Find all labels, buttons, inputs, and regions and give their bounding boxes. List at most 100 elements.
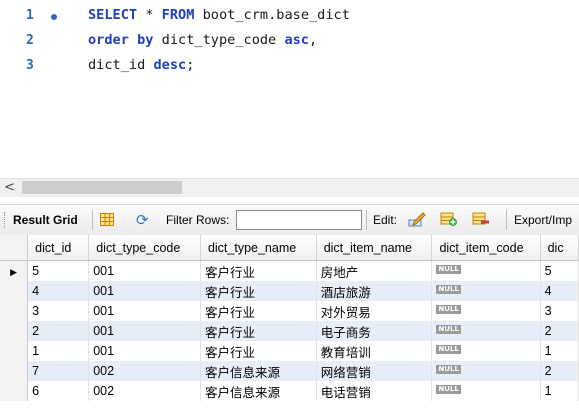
cell-dict-type-code[interactable]: 001 bbox=[88, 321, 201, 341]
cell-dict-item-name[interactable]: 网络营销 bbox=[316, 361, 433, 381]
table-row[interactable]: 6 002 客户信息来源 电话营销 NULL 1 bbox=[0, 381, 579, 401]
toolbar-grip[interactable] bbox=[4, 212, 7, 228]
sql-keyword: SELECT bbox=[88, 7, 138, 23]
cell-dic[interactable]: 1 bbox=[540, 341, 579, 361]
sql-text: boot_crm.base_dict bbox=[194, 7, 350, 23]
cell-dict-type-code[interactable]: 001 bbox=[88, 341, 201, 361]
cell-dict-id[interactable]: 5 bbox=[27, 260, 90, 281]
sql-text: ; bbox=[186, 57, 195, 73]
line-number: 2 bbox=[26, 33, 34, 48]
scroll-left-arrow-icon[interactable]: < bbox=[4, 180, 15, 195]
grid-view-icon[interactable] bbox=[100, 213, 114, 226]
row-indicator[interactable] bbox=[0, 301, 29, 321]
refresh-icon[interactable]: ⟳ bbox=[136, 211, 149, 229]
line-number: 1 bbox=[26, 8, 34, 23]
cell-dict-type-code[interactable]: 002 bbox=[88, 381, 201, 401]
editor-line[interactable]: 3 dict_id desc; bbox=[0, 54, 579, 78]
cell-dict-type-name[interactable]: 客户行业 bbox=[200, 301, 317, 321]
null-badge: NULL bbox=[436, 325, 461, 334]
column-header-dict-type-name[interactable]: dict_type_name bbox=[200, 235, 317, 261]
result-grid: dict_id dict_type_code dict_type_name dict_… bbox=[0, 235, 579, 412]
cell-dict-item-name[interactable]: 电话营销 bbox=[316, 381, 433, 401]
cell-dic[interactable]: 3 bbox=[540, 301, 579, 321]
column-header-dict-item-code[interactable]: dict_item_code bbox=[431, 235, 541, 261]
edit-label: Edit: bbox=[373, 213, 398, 227]
result-grid-tab[interactable]: Result Grid bbox=[13, 213, 78, 227]
code-text[interactable]: dict_id desc; bbox=[88, 57, 194, 73]
cell-dict-item-code[interactable]: NULL bbox=[431, 281, 541, 301]
editor-line[interactable]: 1 SELECT * FROM boot_crm.base_dict bbox=[0, 4, 579, 28]
cell-dict-item-name[interactable]: 酒店旅游 bbox=[316, 281, 433, 301]
cell-dict-id[interactable]: 2 bbox=[27, 321, 90, 341]
cell-dict-type-code[interactable]: 001 bbox=[88, 301, 201, 321]
code-text[interactable]: order by dict_type_code asc, bbox=[88, 32, 317, 48]
column-header-dict-id[interactable]: dict_id bbox=[27, 235, 90, 261]
sql-keyword: FROM bbox=[161, 7, 195, 23]
column-header-dict-type-code[interactable]: dict_type_code bbox=[88, 235, 201, 261]
cell-dict-type-code[interactable]: 002 bbox=[88, 361, 201, 381]
scrollbar-thumb[interactable] bbox=[22, 181, 182, 194]
cell-dict-item-code[interactable]: NULL bbox=[431, 321, 541, 341]
cell-dict-item-code[interactable]: NULL bbox=[431, 260, 541, 281]
cell-dict-item-code[interactable]: NULL bbox=[431, 381, 541, 401]
cell-dic[interactable]: 2 bbox=[540, 321, 579, 341]
cell-dict-type-name[interactable]: 客户行业 bbox=[200, 281, 317, 301]
cell-dic[interactable]: 1 bbox=[540, 381, 579, 401]
cell-dict-id[interactable]: 6 bbox=[27, 381, 90, 401]
header-row: dict_id dict_type_code dict_type_name dict_… bbox=[0, 235, 579, 261]
cell-dic[interactable]: 2 bbox=[540, 361, 579, 381]
row-indicator-header bbox=[0, 235, 29, 261]
code-text[interactable]: SELECT * FROM boot_crm.base_dict bbox=[88, 7, 350, 23]
cell-dict-item-name[interactable]: 教育培训 bbox=[316, 341, 433, 361]
table-row[interactable]: 7 002 客户信息来源 网络营销 NULL 2 bbox=[0, 361, 579, 381]
cell-dict-type-name[interactable]: 客户行业 bbox=[200, 341, 317, 361]
sql-editor[interactable]: 1 SELECT * FROM boot_crm.base_dict 2 order … bbox=[0, 0, 579, 172]
cell-dict-type-name[interactable]: 客户行业 bbox=[200, 321, 317, 341]
cell-dict-item-name[interactable]: 对外贸易 bbox=[316, 301, 433, 321]
table-row[interactable]: 1 001 客户行业 教育培训 NULL 1 bbox=[0, 341, 579, 361]
table-row[interactable]: ▶ 5 001 客户行业 房地产 NULL 5 bbox=[0, 260, 579, 281]
cell-dic[interactable]: 5 bbox=[540, 260, 579, 281]
null-badge: NULL bbox=[436, 265, 461, 274]
cell-dict-id[interactable]: 7 bbox=[27, 361, 90, 381]
cell-dict-item-name[interactable]: 房地产 bbox=[316, 260, 433, 281]
cell-dict-type-name[interactable]: 客户信息来源 bbox=[200, 361, 317, 381]
row-indicator[interactable] bbox=[0, 281, 29, 301]
edit-pencil-icon[interactable] bbox=[408, 211, 426, 227]
cell-dict-id[interactable]: 4 bbox=[27, 281, 90, 301]
editor-horizontal-scrollbar[interactable]: < bbox=[0, 178, 579, 197]
editor-line[interactable]: 2 order by dict_type_code asc, bbox=[0, 29, 579, 53]
cell-dict-type-code[interactable]: 001 bbox=[88, 281, 201, 301]
export-import-button[interactable]: Export/Imp bbox=[514, 213, 572, 227]
delete-row-icon[interactable] bbox=[472, 211, 490, 227]
cell-dict-id[interactable]: 3 bbox=[27, 301, 90, 321]
row-indicator[interactable] bbox=[0, 341, 29, 361]
row-indicator[interactable] bbox=[0, 321, 29, 341]
row-indicator[interactable]: ▶ bbox=[0, 260, 29, 281]
table-row[interactable]: 3 001 客户行业 对外贸易 NULL 3 bbox=[0, 301, 579, 321]
row-indicator[interactable] bbox=[0, 361, 29, 381]
column-header-dic[interactable]: dic bbox=[540, 235, 579, 261]
result-table: dict_id dict_type_code dict_type_name dict_… bbox=[0, 235, 579, 401]
row-indicator[interactable] bbox=[0, 381, 29, 401]
cell-dict-type-code[interactable]: 001 bbox=[88, 260, 201, 281]
null-badge: NULL bbox=[436, 285, 461, 294]
cell-dict-item-code[interactable]: NULL bbox=[431, 301, 541, 321]
toolbar-separator bbox=[366, 210, 367, 230]
cell-dict-item-code[interactable]: NULL bbox=[431, 361, 541, 381]
null-badge: NULL bbox=[436, 345, 461, 354]
sql-text: * bbox=[137, 7, 162, 23]
cell-dict-type-name[interactable]: 客户信息来源 bbox=[200, 381, 317, 401]
table-row[interactable]: 4 001 客户行业 酒店旅游 NULL 4 bbox=[0, 281, 579, 301]
toolbar-separator bbox=[506, 210, 507, 230]
cell-dict-id[interactable]: 1 bbox=[27, 341, 90, 361]
add-row-icon[interactable] bbox=[440, 211, 458, 227]
table-row[interactable]: 2 001 客户行业 电子商务 NULL 2 bbox=[0, 321, 579, 341]
filter-rows-input[interactable] bbox=[236, 210, 362, 230]
result-toolbar: Result Grid ⟳ Filter Rows: Edit: Export/… bbox=[0, 204, 579, 236]
cell-dict-type-name[interactable]: 客户行业 bbox=[200, 260, 317, 281]
cell-dic[interactable]: 4 bbox=[540, 281, 579, 301]
cell-dict-item-name[interactable]: 电子商务 bbox=[316, 321, 433, 341]
cell-dict-item-code[interactable]: NULL bbox=[431, 341, 541, 361]
column-header-dict-item-name[interactable]: dict_item_name bbox=[316, 235, 433, 261]
